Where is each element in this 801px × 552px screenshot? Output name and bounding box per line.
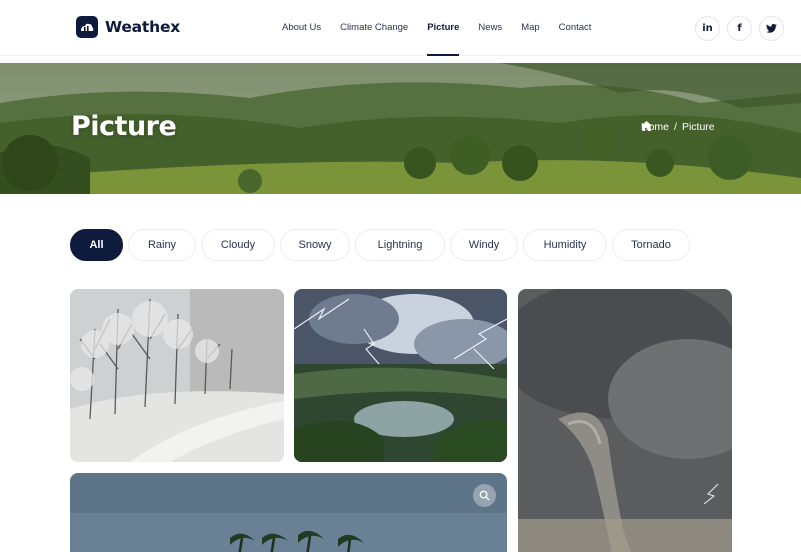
twitter-icon bbox=[766, 24, 777, 33]
tornado-photo bbox=[518, 289, 732, 552]
gallery-item-snowy[interactable] bbox=[70, 289, 284, 462]
twitter-button[interactable] bbox=[759, 16, 784, 41]
filter-lightning[interactable]: Lightning bbox=[355, 229, 445, 261]
linkedin-icon: in bbox=[702, 23, 713, 34]
gallery-item-tornado[interactable] bbox=[518, 289, 732, 552]
nav-climate-change[interactable]: Climate Change bbox=[340, 0, 408, 56]
zoom-button[interactable] bbox=[473, 484, 496, 507]
brand-name: Weathex bbox=[105, 18, 181, 36]
breadcrumb-current: Picture bbox=[681, 121, 715, 133]
gallery-item-windy[interactable] bbox=[70, 473, 507, 552]
filter-windy[interactable]: Windy bbox=[450, 229, 518, 261]
nav-about-us[interactable]: About Us bbox=[282, 0, 321, 56]
site-header: Weathex About Us Climate Change Picture … bbox=[0, 0, 801, 56]
main-nav: About Us Climate Change Picture News Map… bbox=[282, 0, 610, 56]
lightning-photo bbox=[294, 289, 507, 462]
linkedin-button[interactable]: in bbox=[695, 16, 720, 41]
filter-cloudy[interactable]: Cloudy bbox=[201, 229, 275, 261]
hero-banner: Picture Home / Picture bbox=[0, 63, 801, 194]
facebook-button[interactable]: f bbox=[727, 16, 752, 41]
nav-map[interactable]: Map bbox=[521, 0, 539, 56]
home-icon bbox=[641, 121, 652, 131]
brand-logo[interactable]: Weathex bbox=[76, 16, 180, 38]
logo-mark-icon bbox=[76, 16, 98, 38]
page-title: Picture bbox=[71, 111, 177, 142]
facebook-icon: f bbox=[737, 23, 742, 34]
snow-photo bbox=[70, 289, 284, 462]
gallery-item-lightning[interactable] bbox=[294, 289, 507, 462]
search-icon bbox=[479, 490, 490, 501]
nav-contact[interactable]: Contact bbox=[559, 0, 592, 56]
nav-news[interactable]: News bbox=[478, 0, 502, 56]
category-filters: All Rainy Cloudy Snowy Lightning Windy H… bbox=[70, 229, 690, 261]
filter-snowy[interactable]: Snowy bbox=[280, 229, 350, 261]
filter-humidity[interactable]: Humidity bbox=[523, 229, 607, 261]
windy-photo bbox=[70, 473, 507, 552]
filter-tornado[interactable]: Tornado bbox=[612, 229, 690, 261]
breadcrumb: Home / Picture bbox=[641, 121, 715, 133]
breadcrumb-separator: / bbox=[674, 121, 677, 133]
filter-all[interactable]: All bbox=[70, 229, 123, 261]
filter-rainy[interactable]: Rainy bbox=[128, 229, 196, 261]
nav-picture[interactable]: Picture bbox=[427, 0, 460, 56]
